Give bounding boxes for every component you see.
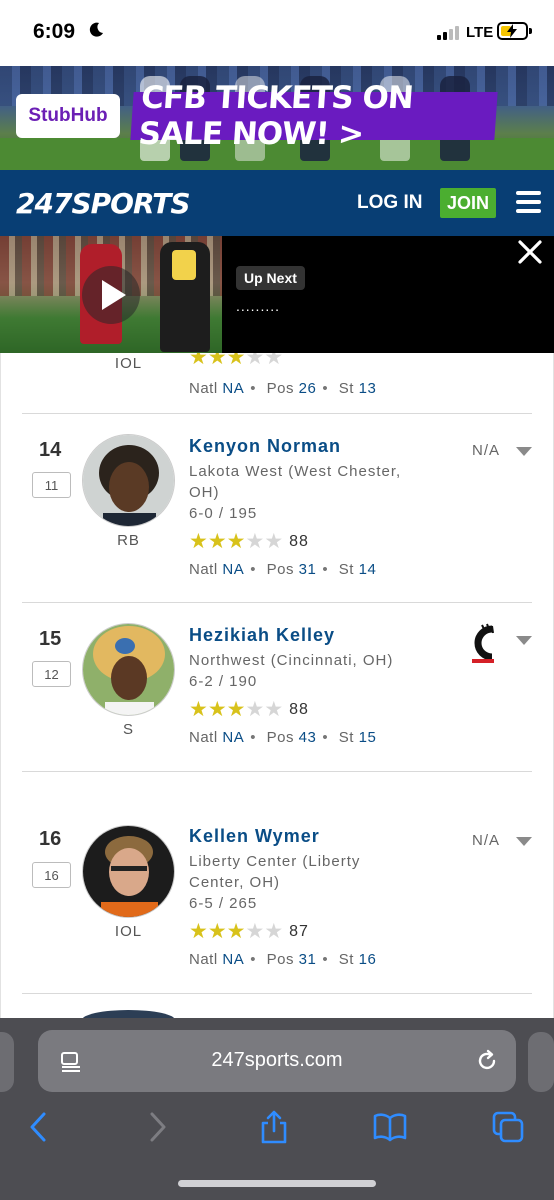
previous-tab[interactable] [0,1032,14,1092]
school-text: Lakota West (West Chester, OH) [189,463,402,501]
avatar[interactable] [82,825,175,918]
rating-value: 88 [289,701,309,718]
video-thumbnail[interactable] [0,236,222,353]
star-icon: ★ [226,698,246,721]
position-label: RB [117,532,140,549]
measurables: 6-0 / 195 [189,505,258,522]
position-label: IOL [114,923,143,940]
rank-line: Natl NA • Pos 26 • St 13 [189,380,377,397]
previous-rank-badge: 12 [32,661,71,687]
avatar[interactable] [82,623,175,716]
rank-line: Natl NA • Pos 43 • St 15 [189,729,377,746]
star-icon: ★ [189,698,208,721]
star-rating: ★ ★ ★ ★ ★ 88 [189,698,309,721]
hamburger-menu-icon[interactable] [516,191,541,213]
position-label: S [122,721,134,738]
reload-icon[interactable] [475,1049,499,1073]
table-row[interactable]: 14 11 RB Kenyon Norman Lakota West (West… [22,414,532,603]
forward-icon[interactable] [140,1110,174,1144]
star-icon: ★ [189,530,208,553]
ad-headline: CFB TICKETS ON SALE NOW! > [130,80,498,152]
commit-status: N/A [472,442,501,459]
rank-number: 14 [39,439,62,461]
star-icon: ★ [207,698,227,721]
player-name-link[interactable]: Hezikiah Kelley [189,625,335,646]
table-row[interactable]: IOL ★ ★ ★ ★ ★ Natl NA • Pos 26 • St 13 [22,353,532,414]
star-icon: ★ [245,530,265,553]
moon-icon [89,22,103,37]
chevron-down-icon[interactable] [516,636,532,645]
video-player: Up Next ......... [0,236,554,353]
avatar[interactable] [82,434,175,527]
table-row[interactable]: 15 12 S Hezikiah Kelley Northwest (Cinci… [22,603,532,772]
rankings-list: IOL ★ ★ ★ ★ ★ Natl NA • Pos 26 • St 13 14 11 R… [0,353,554,1018]
home-indicator [178,1180,376,1187]
star-icon: ★ [264,698,284,721]
share-icon[interactable] [257,1110,291,1144]
measurables: 6-5 / 265 [189,895,258,912]
site-logo[interactable]: 247SPORTS [16,187,191,220]
star-icon: ★ [226,530,246,553]
previous-rank-badge: 16 [32,862,71,888]
chevron-down-icon[interactable] [516,837,532,846]
next-tab[interactable] [528,1032,554,1092]
star-rating: ★ ★ ★ ★ ★ 88 [189,530,309,553]
site-header: 247SPORTS LOG IN JOIN [0,170,554,236]
star-icon: ★ [264,530,284,553]
star-rating: ★ ★ ★ ★ ★ 87 [189,920,309,943]
status-time: 6:09 [33,20,76,43]
star-icon: ★ [207,530,227,553]
stubhub-logo: StubHub [16,94,120,138]
rank-number: 16 [39,828,62,850]
star-icon: ★ [245,920,265,943]
star-icon: ★ [245,698,265,721]
tabs-icon[interactable] [491,1110,525,1144]
close-icon[interactable] [516,238,544,266]
rank-line: Natl NA • Pos 31 • St 16 [189,951,377,968]
back-icon[interactable] [22,1110,56,1144]
rank-number: 15 [39,628,62,650]
up-next-badge: Up Next [236,266,305,290]
cincinnati-logo-icon [472,623,494,663]
previous-rank-badge: 11 [32,472,71,498]
battery-icon [497,22,528,40]
signal-icon [437,26,463,40]
star-icon: ★ [264,920,284,943]
battery-cap [529,28,532,34]
player-name-link[interactable]: Kellen Wymer [189,826,320,847]
measurables: 6-2 / 190 [189,673,258,690]
bookmarks-icon[interactable] [373,1110,407,1144]
play-icon[interactable] [82,266,140,324]
network-label: LTE [466,24,494,41]
player-name-link[interactable]: Kenyon Norman [189,436,341,457]
chevron-down-icon[interactable] [516,447,532,456]
star-icon: ★ [226,920,246,943]
rank-line: Natl NA • Pos 31 • St 14 [189,561,377,578]
browser-bar: 247sports.com [0,1018,554,1200]
star-icon: ★ [207,920,227,943]
rating-value: 88 [289,533,309,550]
status-bar: 6:09 LTE [0,0,554,66]
rating-value: 87 [289,923,309,940]
table-row[interactable]: 16 16 IOL Kellen Wymer Liberty Center (L… [22,772,532,994]
url-text: 247sports.com [211,1049,343,1071]
star-icon: ★ [189,920,208,943]
school-text: Northwest (Cincinnati, OH) [189,652,394,669]
star-rating: ★ ★ ★ ★ ★ [189,353,284,369]
ad-banner[interactable]: StubHub CFB TICKETS ON SALE NOW! > [0,66,554,170]
commit-status: N/A [472,832,501,849]
login-link[interactable]: LOG IN [357,192,422,214]
school-text: Liberty Center (Liberty Center, OH) [189,853,361,891]
up-next-title[interactable]: ......... [236,298,280,314]
join-button[interactable]: JOIN [440,188,496,218]
address-bar[interactable]: 247sports.com [38,1030,516,1092]
